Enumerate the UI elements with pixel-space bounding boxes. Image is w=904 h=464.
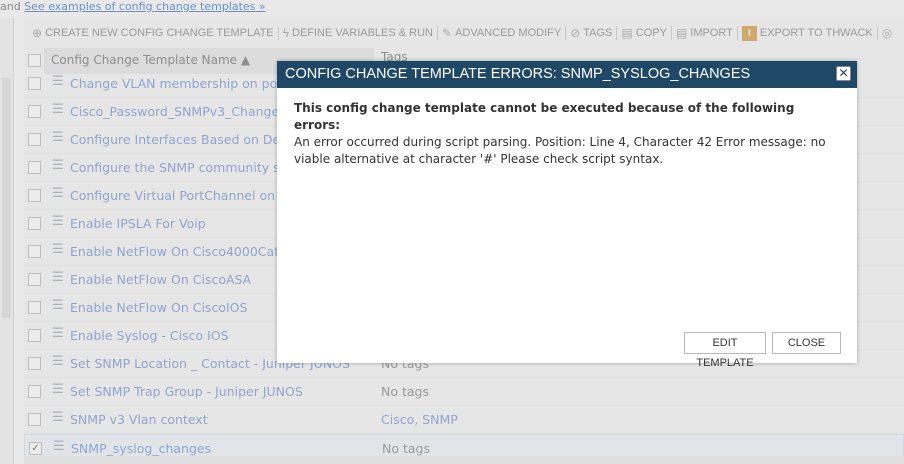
template-tags: No tags	[381, 384, 429, 399]
row-checkbox[interactable]	[28, 77, 41, 90]
row-checkbox[interactable]	[28, 217, 41, 230]
hint-prefix: and	[0, 0, 21, 13]
row-checkbox[interactable]	[28, 133, 41, 146]
top-hint: and See examples of config change templa…	[0, 0, 266, 16]
row-checkbox[interactable]	[28, 273, 41, 286]
toolbar-button-export-to-thwack[interactable]: t EXPORT TO THWACK	[738, 25, 877, 41]
toolbar-icon: ✎	[442, 26, 453, 40]
row-checkbox[interactable]	[28, 413, 41, 426]
dialog-title: CONFIG CHANGE TEMPLATE ERRORS: SNMP_SYSL…	[277, 61, 857, 88]
template-name-link[interactable]: Enable Syslog - Cisco IOS	[70, 328, 229, 343]
template-name-link[interactable]: Enable NetFlow On CiscoASA	[70, 272, 251, 287]
row-checkbox[interactable]	[28, 329, 41, 342]
template-icon: ☰	[52, 270, 64, 285]
toolbar-icon: ◎	[881, 26, 893, 40]
template-name-link[interactable]: Enable IPSLA For Voip	[70, 216, 206, 231]
error-dialog: CONFIG CHANGE TEMPLATE ERRORS: SNMP_SYSL…	[277, 61, 857, 369]
template-tags: No tags	[382, 441, 430, 456]
toolbar-label: DEFINE VARIABLES & RUN	[292, 27, 433, 39]
pager	[24, 456, 904, 464]
scrollbar[interactable]	[2, 78, 11, 318]
template-icon: ☰	[52, 410, 64, 425]
row-checkbox[interactable]	[28, 105, 41, 118]
template-name-link[interactable]: Enable NetFlow On Cisco4000Catalyst	[70, 244, 309, 259]
template-icon: ☰	[52, 326, 64, 341]
template-name-link[interactable]: SNMP_syslog_changes	[71, 441, 211, 456]
left-panel	[0, 18, 14, 464]
toolbar-button-advanced-modify[interactable]: ✎ ADVANCED MODIFY	[438, 26, 565, 40]
toolbar-label: COPY	[635, 27, 667, 39]
template-name-link[interactable]: Set SNMP Trap Group - Juniper JUNOS	[70, 384, 303, 399]
template-name-link[interactable]: Configure Virtual PortChannel on Cisco	[70, 188, 312, 203]
row-checkbox[interactable]	[28, 357, 41, 370]
toolbar-icon: t	[741, 25, 757, 41]
template-icon: ☰	[52, 382, 64, 397]
template-icon: ☰	[52, 186, 64, 201]
row-checkbox[interactable]: ✓	[29, 442, 42, 455]
close-button[interactable]: CLOSE	[772, 332, 841, 354]
toolbar-label: TAGS	[583, 27, 613, 39]
error-heading: This config change template cannot be ex…	[294, 101, 795, 132]
template-name-link[interactable]: SNMP v3 Vlan context	[70, 412, 208, 427]
toolbar-label: EXPORT TO THWACK	[759, 27, 873, 39]
template-icon: ☰	[52, 354, 64, 369]
toolbar: ⊕ CREATE NEW CONFIG CHANGE TEMPLATE ϟ DEFIN…	[24, 18, 904, 48]
row-checkbox[interactable]	[28, 245, 41, 258]
toolbar-button-import[interactable]: ▤ IMPORT	[672, 26, 737, 40]
row-checkbox[interactable]	[28, 189, 41, 202]
template-icon: ☰	[52, 214, 64, 229]
toolbar-button-tags[interactable]: ⊘ TAGS	[566, 26, 616, 40]
toolbar-button-create-new-config-change-template[interactable]: ⊕ CREATE NEW CONFIG CHANGE TEMPLATE	[28, 26, 278, 40]
toolbar-button-more[interactable]: ◎	[878, 26, 896, 40]
template-icon: ☰	[52, 74, 64, 89]
template-icon: ☰	[53, 439, 65, 454]
row-checkbox[interactable]	[28, 385, 41, 398]
toolbar-button-copy[interactable]: ▤ COPY	[617, 26, 671, 40]
edit-template-button[interactable]: EDIT TEMPLATE	[684, 332, 766, 369]
toolbar-label: CREATE NEW CONFIG CHANGE TEMPLATE	[45, 27, 274, 39]
toolbar-button-define-variables-run[interactable]: ϟ DEFINE VARIABLES & RUN	[279, 26, 437, 40]
toolbar-label: IMPORT	[690, 27, 733, 39]
template-name-link[interactable]: Cisco_Password_SNMPv3_Change	[70, 104, 279, 119]
template-icon: ☰	[52, 158, 64, 173]
template-tags: Cisco, SNMP	[381, 412, 458, 427]
template-icon: ☰	[52, 242, 64, 257]
toolbar-icon: ⊕	[32, 26, 43, 40]
toolbar-icon: ϟ	[282, 26, 289, 40]
close-icon[interactable]: ✕	[836, 66, 851, 81]
toolbar-icon: ⊘	[570, 26, 581, 40]
examples-link[interactable]: See examples of config change templates …	[24, 0, 265, 13]
select-all-checkbox[interactable]	[28, 54, 41, 67]
table-row[interactable]: ☰ SNMP v3 Vlan context Cisco, SNMP	[24, 406, 904, 434]
toolbar-icon: ▤	[621, 26, 633, 40]
template-name-link[interactable]: Enable NetFlow On CiscoIOS	[70, 300, 247, 315]
template-icon: ☰	[52, 298, 64, 313]
toolbar-icon: ▤	[675, 26, 688, 40]
table-row[interactable]: ☰ Set SNMP Trap Group - Juniper JUNOS No t…	[24, 378, 904, 406]
row-checkbox[interactable]	[28, 161, 41, 174]
error-message: An error occurred during script parsing.…	[294, 135, 826, 166]
row-checkbox[interactable]	[28, 301, 41, 314]
template-icon: ☰	[52, 102, 64, 117]
template-icon: ☰	[52, 130, 64, 145]
toolbar-label: ADVANCED MODIFY	[455, 27, 562, 39]
